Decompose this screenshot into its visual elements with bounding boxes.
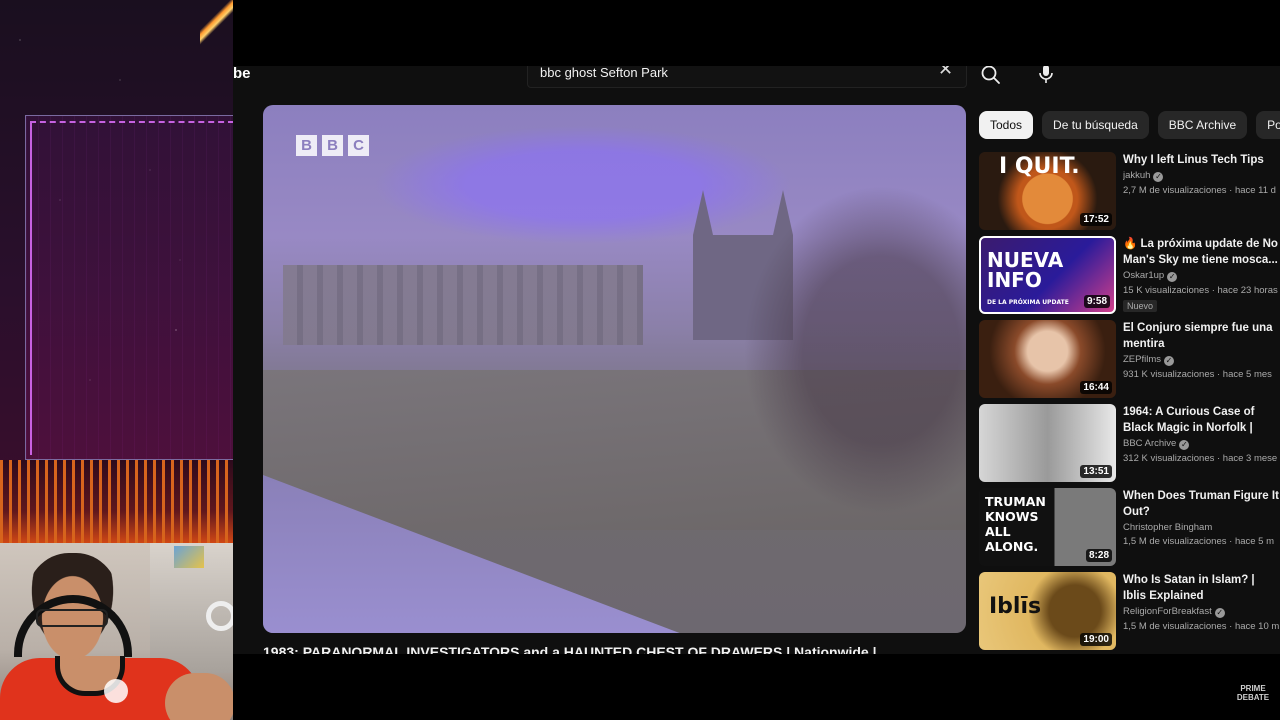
channel-name[interactable]: BBC Archive xyxy=(1123,438,1176,449)
list-item[interactable]: 13:51 1964: A Curious Case of Black Magi… xyxy=(979,404,1280,488)
video-thumbnail[interactable]: Iblīs 19:00 xyxy=(979,572,1116,650)
youtube-logo[interactable]: be xyxy=(233,66,251,82)
duration-badge: 13:51 xyxy=(1080,465,1112,478)
youtube-window: be bbc ghost Sefton Park ✕ B B C 1983: P… xyxy=(233,66,1280,654)
rec-stats: 15 K visualizaciones · hace 23 horas xyxy=(1123,285,1278,296)
video-thumbnail[interactable]: TRUMAN KNOWS ALL ALONG. 8:28 xyxy=(979,488,1116,566)
verified-icon: ✓ xyxy=(1153,172,1164,182)
verified-icon: ✓ xyxy=(1214,608,1225,618)
rec-stats: 1,5 M de visualizaciones · hace 10 m xyxy=(1123,621,1280,632)
search-input[interactable]: bbc ghost Sefton Park ✕ xyxy=(527,66,967,88)
list-item[interactable]: TRUMAN KNOWS ALL ALONG. 8:28 When Does T… xyxy=(979,488,1280,572)
list-item[interactable]: I QUIT. 17:52 Why I left Linus Tech Tips… xyxy=(979,152,1280,236)
video-sky xyxy=(373,125,793,245)
channel-name[interactable]: jakkuh xyxy=(1123,170,1150,181)
video-thumbnail[interactable]: I QUIT. 17:52 xyxy=(979,152,1116,230)
channel-name[interactable]: ReligionForBreakfast xyxy=(1123,606,1212,617)
mic-icon[interactable] xyxy=(1033,66,1059,88)
webcam-wheel xyxy=(206,601,233,631)
bbc-letter: B xyxy=(296,135,317,156)
duration-badge: 17:52 xyxy=(1080,213,1112,226)
rec-stats: 1,5 M de visualizaciones · hace 5 m xyxy=(1123,536,1275,547)
search-query[interactable]: bbc ghost Sefton Park xyxy=(540,66,668,80)
video-thumbnail[interactable]: 16:44 xyxy=(979,320,1116,398)
recommendations-list: I QUIT. 17:52 Why I left Linus Tech Tips… xyxy=(979,152,1280,654)
verified-icon: ✓ xyxy=(1167,272,1178,282)
duration-badge: 9:58 xyxy=(1083,295,1110,308)
thumbnail-text: Iblīs xyxy=(989,594,1042,619)
audio-visualizer-bars xyxy=(0,460,233,545)
close-icon[interactable]: ✕ xyxy=(938,66,953,78)
rec-stats: 312 K visualizaciones · hace 3 mese xyxy=(1123,453,1278,464)
overlay-corner-accent xyxy=(200,0,233,50)
channel-name[interactable]: Christopher Bingham xyxy=(1123,522,1212,533)
video-thumbnail[interactable]: 13:51 xyxy=(979,404,1116,482)
thumbnail-subtext: DE LA PRÓXIMA UPDATE xyxy=(987,299,1069,306)
filter-chips: Todos De tu búsqueda BBC Archive Poli xyxy=(979,111,1280,139)
chip-bbc-archive[interactable]: BBC Archive xyxy=(1157,111,1248,139)
chip-from-search[interactable]: De tu búsqueda xyxy=(1042,111,1149,139)
duration-badge: 16:44 xyxy=(1080,381,1112,394)
bbc-letter: B xyxy=(322,135,343,156)
duration-badge: 8:28 xyxy=(1085,549,1112,562)
overlay-frame xyxy=(25,115,233,460)
video-tree xyxy=(743,185,966,515)
duration-badge: 19:00 xyxy=(1080,633,1112,646)
webcam-feed xyxy=(0,543,233,720)
verified-icon: ✓ xyxy=(1179,440,1190,450)
thumbnail-text: NUEVA INFO xyxy=(987,248,1064,292)
chip-politics[interactable]: Poli xyxy=(1256,111,1280,139)
rec-title[interactable]: 1964: A Curious Case of Black Magic in N… xyxy=(1123,404,1280,436)
rec-stats: 2,7 M de visualizaciones · hace 11 d xyxy=(1123,185,1276,196)
rec-stats: 931 K visualizaciones · hace 5 mes xyxy=(1123,369,1272,380)
jersey-logo xyxy=(104,679,128,703)
verified-icon: ✓ xyxy=(1164,356,1174,366)
rec-title[interactable]: El Conjuro siempre fue una mentira xyxy=(1123,320,1280,352)
list-item[interactable]: NUEVA INFO DE LA PRÓXIMA UPDATE 9:58 🔥 L… xyxy=(979,236,1280,320)
video-building xyxy=(283,265,643,345)
list-item[interactable]: Iblīs 19:00 Who Is Satan in Islam? | Ibl… xyxy=(979,572,1280,654)
rec-title[interactable]: Who Is Satan in Islam? | Iblis Explained xyxy=(1123,572,1280,604)
thumbnail-text: I QUIT. xyxy=(999,154,1080,179)
glasses xyxy=(36,609,108,627)
thumbnail-text: TRUMAN KNOWS ALL ALONG. xyxy=(985,494,1046,554)
webcam-poster xyxy=(174,546,204,568)
rec-title[interactable]: When Does Truman Figure It Out? xyxy=(1123,488,1280,520)
video-player[interactable]: B B C xyxy=(263,105,966,633)
chip-all[interactable]: Todos xyxy=(979,111,1034,139)
search-icon[interactable] xyxy=(978,66,1004,88)
video-title: 1983: PARANORMAL INVESTIGATORS and a HAU… xyxy=(263,644,877,654)
channel-name[interactable]: Oskar1up xyxy=(1123,270,1164,281)
new-badge: Nuevo xyxy=(1123,300,1158,312)
video-thumbnail[interactable]: NUEVA INFO DE LA PRÓXIMA UPDATE 9:58 xyxy=(979,236,1116,314)
list-item[interactable]: 16:44 El Conjuro siempre fue una mentira… xyxy=(979,320,1280,404)
rec-title[interactable]: 🔥 La próxima update de No Man's Sky me t… xyxy=(1123,236,1280,268)
bbc-logo: B B C xyxy=(296,135,369,156)
bbc-letter: C xyxy=(348,135,369,156)
channel-watermark: PRIME DEBATE xyxy=(1236,684,1270,702)
rec-title[interactable]: Why I left Linus Tech Tips xyxy=(1123,152,1280,168)
webcam-arm xyxy=(165,673,233,720)
channel-name[interactable]: ZEPfilms xyxy=(1123,354,1161,365)
